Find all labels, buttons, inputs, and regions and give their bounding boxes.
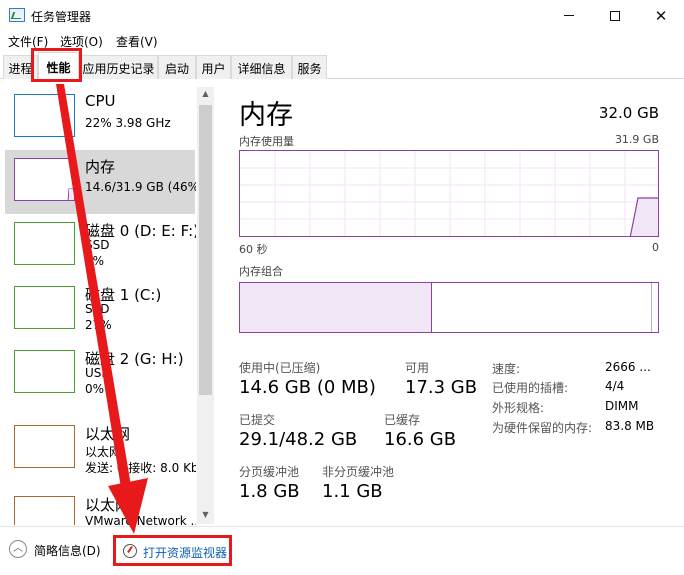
task-manager-icon <box>9 8 25 22</box>
resource-sub: VMware Network ... <box>85 514 196 525</box>
tab-bar: 进程 性能 应用历史记录 启动 用户 详细信息 服务 <box>0 52 684 80</box>
form-factor-label: 外形规格: <box>492 401 545 415</box>
available-value: 17.3 GB <box>405 377 478 398</box>
composition-divider <box>651 283 652 332</box>
open-resource-monitor-label[interactable]: 打开资源监视器 <box>143 544 227 561</box>
resource-sub: 22% 3.98 GHz <box>85 116 171 130</box>
tab-services[interactable]: 服务 <box>292 55 327 79</box>
scrollbar-thumb[interactable] <box>199 105 212 395</box>
tab-users[interactable]: 用户 <box>196 55 231 79</box>
scroll-up-icon[interactable]: ▲ <box>197 89 214 104</box>
disk-1-thumbnail <box>14 286 75 329</box>
resource-sub-2: 27% <box>85 318 112 332</box>
time-axis-left: 60 秒 <box>239 243 268 256</box>
resource-sub: SSD <box>85 238 110 252</box>
memory-usage-graph <box>239 150 659 237</box>
resource-sub: 14.6/31.9 GB (46%) <box>85 180 196 194</box>
resource-list-scrollbar[interactable]: ▲ ▼ <box>197 87 214 524</box>
resource-sub-2: 0% <box>85 254 105 268</box>
memory-usage-max: 31.9 GB <box>614 133 659 146</box>
maximize-icon <box>610 10 620 21</box>
chevron-up-icon[interactable]: ︿ <box>9 540 27 558</box>
title-bar: 任务管理器 ✕ <box>0 0 684 31</box>
maximize-button[interactable] <box>592 0 638 31</box>
close-icon: ✕ <box>654 6 668 25</box>
nonpaged-pool-value: 1.1 GB <box>322 481 383 502</box>
resource-sub: SSD <box>85 302 110 316</box>
open-resource-monitor-link[interactable]: 打开资源监视器 <box>113 535 232 566</box>
in-use-value: 14.6 GB (0 MB) <box>239 377 376 398</box>
resource-sub-2: 0% <box>85 382 105 396</box>
tab-details[interactable]: 详细信息 <box>231 55 292 79</box>
paged-pool-value: 1.8 GB <box>239 481 300 502</box>
disk-0-thumbnail <box>14 222 75 265</box>
tab-app-history[interactable]: 应用历史记录 <box>79 55 158 79</box>
disk-2-thumbnail <box>14 350 75 393</box>
resource-item-disk-0[interactable]: 磁盘 0 (D: E: F:) SSD 0% <box>5 214 196 278</box>
tab-startup[interactable]: 启动 <box>158 55 196 79</box>
resource-name: CPU <box>85 92 116 110</box>
scroll-down-icon[interactable]: ▼ <box>197 510 214 525</box>
memory-usage-label: 内存使用量 <box>239 135 294 148</box>
resource-monitor-icon <box>123 544 137 558</box>
paged-pool-label: 分页缓冲池 <box>239 465 300 479</box>
memory-thumbnail <box>14 158 75 201</box>
composition-in-use <box>240 283 432 332</box>
cached-value: 16.6 GB <box>384 429 457 450</box>
close-button[interactable]: ✕ <box>638 0 684 31</box>
page-title: 内存 <box>239 100 293 131</box>
nonpaged-pool-label: 非分页缓冲池 <box>322 465 395 479</box>
available-label: 可用 <box>405 361 430 375</box>
resource-item-disk-1[interactable]: 磁盘 1 (C:) SSD 27% <box>5 278 195 342</box>
resource-item-disk-2[interactable]: 磁盘 2 (G: H:) USB 0% <box>5 342 195 406</box>
slots-used-label: 已使用的插槽: <box>492 381 569 395</box>
minimize-icon <box>564 15 574 16</box>
hardware-reserved-label: 为硬件保留的内存: <box>492 421 593 435</box>
resource-name: 以太网 <box>85 425 131 443</box>
ethernet-vmware-thumbnail <box>14 496 75 525</box>
resource-list: CPU 22% 3.98 GHz 内存 14.6/31.9 GB (46%) 磁… <box>0 86 196 525</box>
resource-sub: USB <box>85 366 110 380</box>
minimize-button[interactable] <box>546 0 592 31</box>
fewer-details-button[interactable]: 简略信息(D) <box>34 542 101 559</box>
resource-item-ethernet-vmware[interactable]: 以太网 VMware Network ... <box>5 488 196 525</box>
resource-name: 以太网 <box>85 496 131 514</box>
resource-item-cpu[interactable]: CPU 22% 3.98 GHz <box>5 86 195 150</box>
menu-bar: 文件(F) 选项(O) 查看(V) <box>0 31 684 51</box>
form-factor-value: DIMM <box>605 399 639 413</box>
cached-label: 已缓存 <box>384 413 421 427</box>
memory-total: 32.0 GB <box>598 104 659 122</box>
slots-used-value: 4/4 <box>605 379 625 393</box>
resource-sub-2: 发送: 0 接收: 8.0 Kb <box>85 461 196 475</box>
committed-label: 已提交 <box>239 413 276 427</box>
menu-view[interactable]: 查看(V) <box>116 33 158 50</box>
performance-tab-highlight <box>31 48 82 82</box>
window-title: 任务管理器 <box>31 10 92 24</box>
time-axis-right: 0 <box>652 241 659 254</box>
hardware-reserved-value: 83.8 MB <box>605 419 655 433</box>
resource-item-ethernet[interactable]: 以太网 以太网 发送: 0 接收: 8.0 Kb <box>5 417 196 481</box>
ethernet-thumbnail <box>14 425 75 468</box>
memory-composition-bar <box>239 282 659 333</box>
in-use-label: 使用中(已压缩) <box>239 361 321 375</box>
resource-sub: 以太网 <box>85 445 122 459</box>
memory-composition-label: 内存组合 <box>239 265 283 278</box>
resource-item-memory[interactable]: 内存 14.6/31.9 GB (46%) <box>5 150 196 214</box>
cpu-thumbnail <box>14 94 75 137</box>
footer: ︿ 简略信息(D) 打开资源监视器 <box>0 526 684 575</box>
speed-value: 2666 ... <box>605 360 651 374</box>
speed-label: 速度: <box>492 362 521 376</box>
committed-value: 29.1/48.2 GB <box>239 429 358 450</box>
resource-name: 内存 <box>85 158 116 176</box>
